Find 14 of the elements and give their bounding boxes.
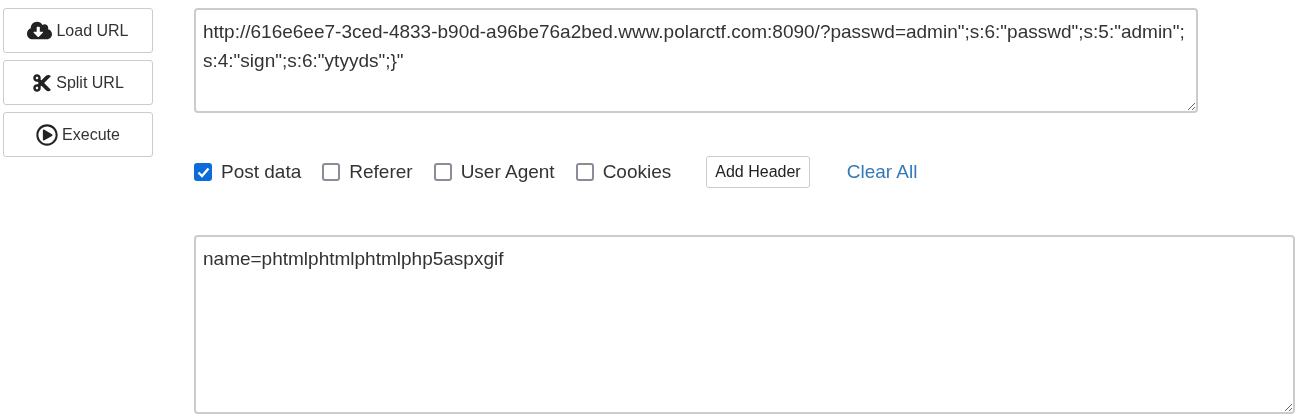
option-checkbox[interactable]: Post data (194, 161, 302, 183)
option-checkbox[interactable]: User Agent (433, 161, 555, 183)
option-checkbox[interactable]: Cookies (575, 161, 672, 183)
checkmark-icon (196, 166, 210, 178)
split-button[interactable]: Split URL (3, 60, 153, 105)
scissors-icon (32, 72, 53, 93)
option-checkbox[interactable]: Referer (322, 161, 413, 183)
execute-button[interactable]: Execute (3, 112, 153, 157)
url-field[interactable]: http://616e6ee7-3ced-4833-b90d-a96be76a2bed.www.polarctf.com:8090/?passwd=admin";s:6:"passwd";s:5:"admin";s:4:"sign";s:6:"ytyyds";}" (194, 8, 1198, 113)
clear-all-link[interactable]: Clear All (846, 161, 918, 183)
load-button[interactable]: Load URL (3, 8, 153, 53)
post-data-field[interactable]: name=phtmlphtmlphtmlphp5aspxgif (194, 235, 1295, 414)
add-header-button[interactable]: Add Header (706, 156, 810, 188)
play-icon (36, 123, 59, 146)
